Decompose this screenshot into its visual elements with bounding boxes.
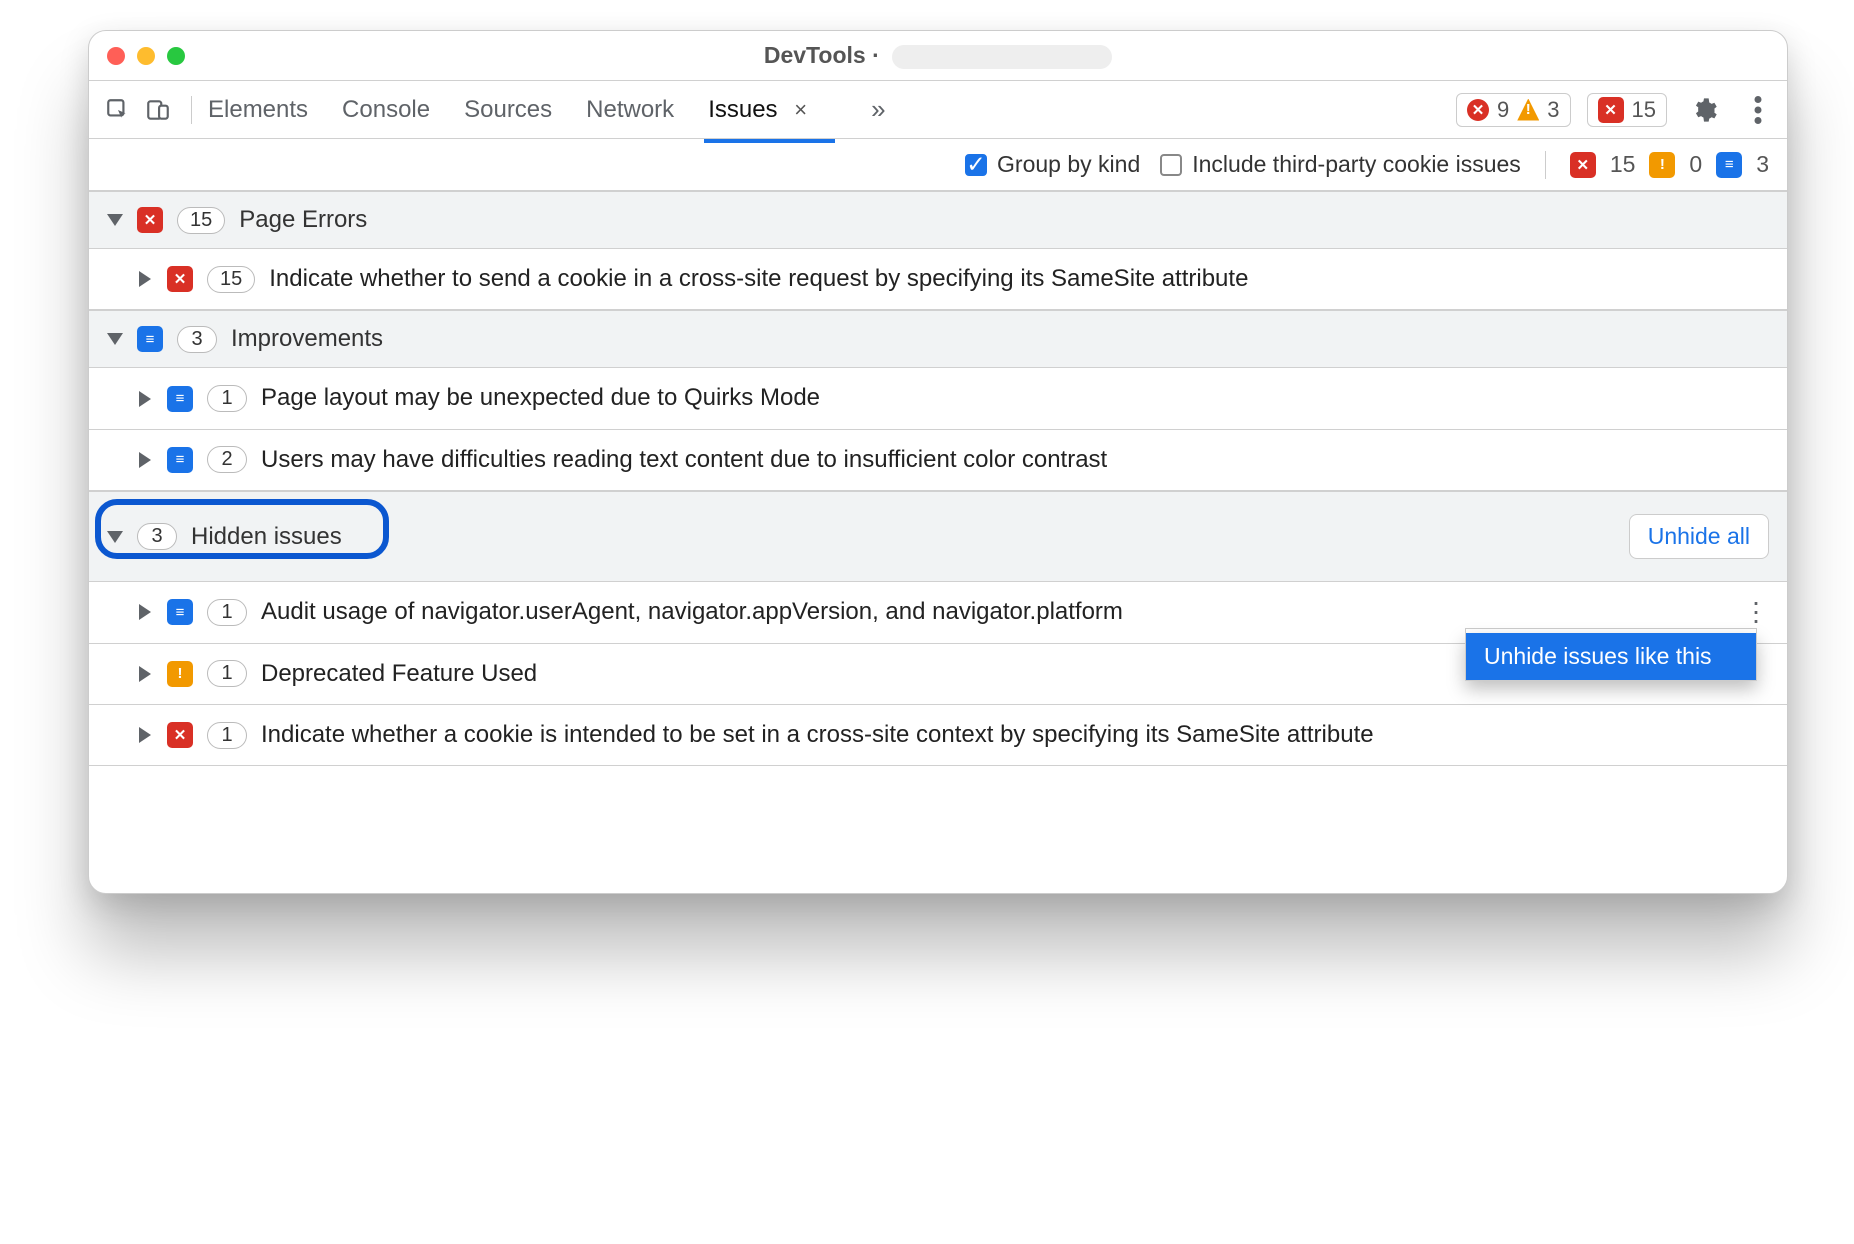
- group-title: Improvements: [231, 325, 383, 353]
- issues-status-pill[interactable]: ✕ 15: [1587, 93, 1667, 127]
- disclosure-triangle-icon: [139, 391, 151, 407]
- devtools-window: DevTools · Elements Console Sources Netw…: [88, 30, 1788, 894]
- disclosure-triangle-icon: [107, 333, 123, 345]
- issue-count-badge: 1: [207, 385, 247, 412]
- info-bubble-icon: ≡: [167, 447, 193, 473]
- warning-bubble-icon: !: [1649, 152, 1675, 178]
- disclosure-triangle-icon: [107, 214, 123, 226]
- unhide-all-button[interactable]: Unhide all: [1629, 514, 1769, 559]
- device-toggle-icon[interactable]: [141, 93, 175, 127]
- issue-count-badge: 2: [207, 446, 247, 473]
- inspect-element-icon[interactable]: [101, 93, 135, 127]
- group-count-badge: 15: [177, 207, 225, 234]
- panel-tabs: Elements Console Sources Network Issues …: [208, 86, 886, 134]
- info-bubble-icon: ≡: [137, 326, 163, 352]
- error-bubble-icon: ✕: [1598, 97, 1624, 123]
- tab-elements[interactable]: Elements: [208, 86, 308, 134]
- filter-info-count: 3: [1756, 151, 1769, 178]
- error-icon: ✕: [1467, 99, 1489, 121]
- issue-title: Audit usage of navigator.userAgent, navi…: [261, 596, 1769, 628]
- issue-row-more-icon[interactable]: ⋮: [1743, 597, 1769, 628]
- devtools-toolbar: Elements Console Sources Network Issues …: [89, 81, 1787, 139]
- unhide-like-this-menu-item[interactable]: Unhide issues like this: [1466, 633, 1756, 680]
- window-title: DevTools ·: [89, 42, 1787, 69]
- disclosure-triangle-icon: [139, 727, 151, 743]
- filter-warning-count: 0: [1689, 151, 1702, 178]
- zoom-window-button[interactable]: [167, 47, 185, 65]
- issue-title: Page layout may be unexpected due to Qui…: [261, 382, 1769, 414]
- disclosure-triangle-icon: [139, 452, 151, 468]
- toolbar-separator: [191, 96, 192, 124]
- issues-error-count: 15: [1632, 97, 1656, 123]
- filter-separator: [1545, 151, 1546, 179]
- issue-count-badge: 1: [207, 660, 247, 687]
- more-options-icon[interactable]: [1741, 93, 1775, 127]
- checkbox-checked-icon: ✓: [965, 154, 987, 176]
- settings-icon[interactable]: [1687, 93, 1721, 127]
- group-by-kind-label: Group by kind: [997, 151, 1140, 178]
- info-bubble-icon: ≡: [167, 386, 193, 412]
- issue-context-menu: Unhide issues like this: [1465, 633, 1757, 681]
- window-titlebar: DevTools ·: [89, 31, 1787, 81]
- console-error-count: 9: [1497, 97, 1509, 123]
- window-title-text: DevTools ·: [764, 42, 880, 68]
- issue-row[interactable]: ≡ 1 Page layout may be unexpected due to…: [89, 368, 1787, 429]
- tab-issues-label: Issues: [708, 96, 777, 123]
- issue-count-badge: 1: [207, 722, 247, 749]
- issue-row[interactable]: ≡ 2 Users may have difficulties reading …: [89, 430, 1787, 491]
- issues-filter-bar: ✓ Group by kind Include third-party cook…: [89, 139, 1787, 191]
- disclosure-triangle-icon: [139, 666, 151, 682]
- group-count-badge: 3: [137, 523, 177, 550]
- issue-title: Users may have difficulties reading text…: [261, 444, 1769, 476]
- issue-count-badge: 15: [207, 266, 255, 293]
- info-bubble-icon: ≡: [1716, 152, 1742, 178]
- filter-error-count: 15: [1610, 151, 1636, 178]
- disclosure-triangle-icon: [139, 271, 151, 287]
- console-status-pill[interactable]: ✕ 9 ! 3: [1456, 93, 1571, 127]
- tab-sources[interactable]: Sources: [464, 86, 552, 134]
- warning-bubble-icon: !: [167, 661, 193, 687]
- disclosure-triangle-icon: [107, 531, 123, 543]
- issue-title: Indicate whether a cookie is intended to…: [261, 719, 1769, 751]
- group-header-hidden-issues[interactable]: 3 Hidden issues Unhide all: [89, 491, 1787, 582]
- filter-counts: ✕ 15 ! 0 ≡ 3: [1570, 151, 1769, 178]
- issue-count-badge: 1: [207, 599, 247, 626]
- minimize-window-button[interactable]: [137, 47, 155, 65]
- close-window-button[interactable]: [107, 47, 125, 65]
- include-third-party-checkbox[interactable]: Include third-party cookie issues: [1160, 151, 1521, 178]
- error-bubble-icon: ✕: [137, 207, 163, 233]
- group-header-improvements[interactable]: ≡ 3 Improvements: [89, 310, 1787, 368]
- more-tabs-icon[interactable]: »: [871, 94, 885, 125]
- checkbox-unchecked-icon: [1160, 154, 1182, 176]
- error-bubble-icon: ✕: [167, 722, 193, 748]
- info-bubble-icon: ≡: [167, 599, 193, 625]
- issue-row[interactable]: ✕ 15 Indicate whether to send a cookie i…: [89, 249, 1787, 310]
- include-third-party-label: Include third-party cookie issues: [1192, 151, 1521, 178]
- warning-icon: !: [1517, 99, 1539, 121]
- group-count-badge: 3: [177, 326, 217, 353]
- window-title-redacted: [892, 45, 1112, 69]
- tab-issues[interactable]: Issues ×: [708, 86, 807, 134]
- error-bubble-icon: ✕: [167, 266, 193, 292]
- tab-network[interactable]: Network: [586, 86, 674, 134]
- issue-title: Indicate whether to send a cookie in a c…: [269, 263, 1769, 295]
- tab-console[interactable]: Console: [342, 86, 430, 134]
- group-title: Page Errors: [239, 206, 367, 234]
- disclosure-triangle-icon: [139, 604, 151, 620]
- error-bubble-icon: ✕: [1570, 152, 1596, 178]
- console-warning-count: 3: [1547, 97, 1559, 123]
- group-by-kind-checkbox[interactable]: ✓ Group by kind: [965, 151, 1140, 178]
- group-title: Hidden issues: [191, 523, 342, 551]
- issue-row[interactable]: ✕ 1 Indicate whether a cookie is intende…: [89, 705, 1787, 766]
- window-controls: [107, 47, 185, 65]
- close-tab-icon[interactable]: ×: [794, 97, 807, 122]
- group-header-page-errors[interactable]: ✕ 15 Page Errors: [89, 191, 1787, 249]
